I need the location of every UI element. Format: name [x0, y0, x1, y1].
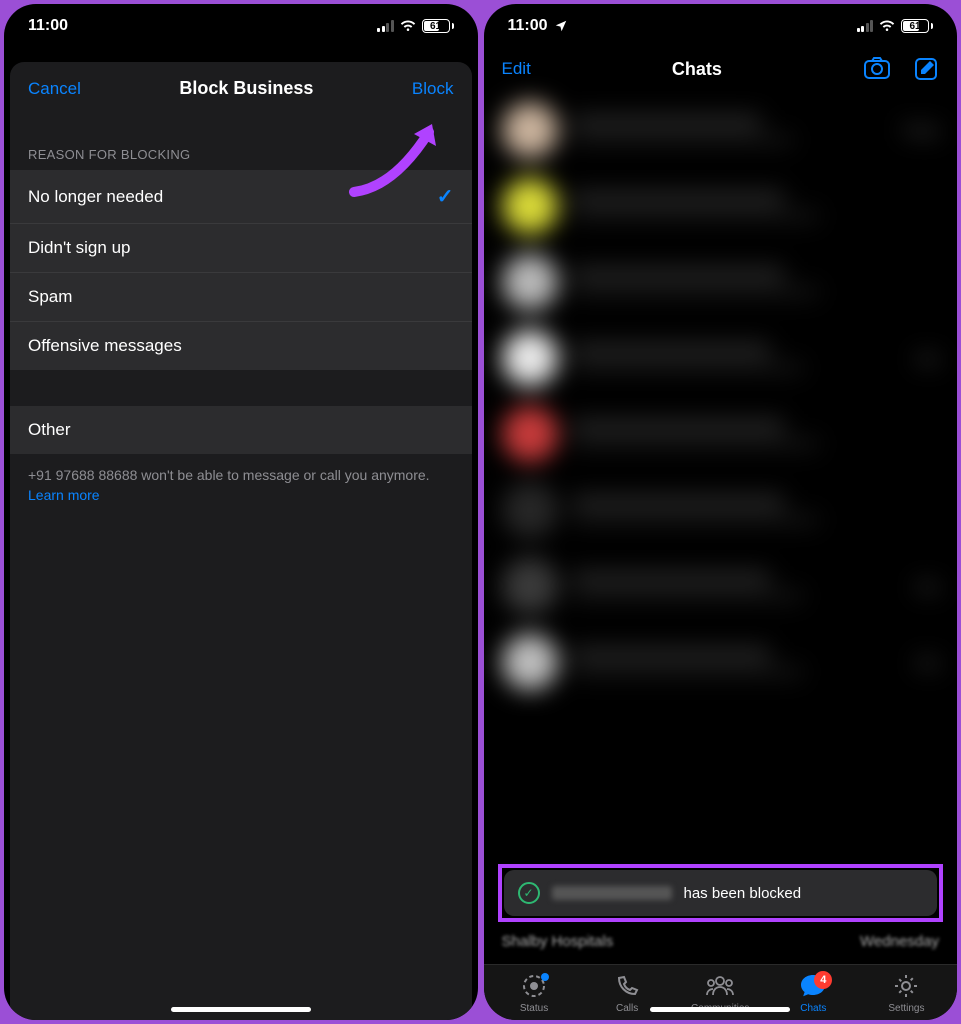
chat-row[interactable]: day [492, 624, 950, 700]
reason-spam[interactable]: Spam [10, 273, 472, 322]
signal-icon [377, 20, 394, 32]
sheet-title: Block Business [179, 78, 313, 99]
location-icon [554, 19, 568, 33]
tab-label: Settings [888, 1003, 924, 1014]
nav-title: Chats [672, 59, 722, 80]
peek-row: Shalby HospitalsWednesday [502, 933, 940, 950]
reason-offensive[interactable]: Offensive messages [10, 322, 472, 370]
chat-time: day [916, 578, 939, 594]
chat-row[interactable] [492, 244, 950, 320]
chat-time: day [916, 350, 939, 366]
chat-time: Today [902, 122, 939, 138]
signal-icon [857, 20, 874, 32]
block-button[interactable]: Block [412, 79, 454, 99]
tab-label: Calls [616, 1003, 638, 1014]
camera-icon[interactable] [863, 56, 891, 80]
footer-text: +91 97688 88688 won't be able to message… [10, 454, 472, 517]
edit-button[interactable]: Edit [502, 59, 531, 79]
chats-badge: 4 [814, 971, 832, 989]
phone-left-block-business: 11:00 61 Cancel Block Business Block REA… [4, 4, 478, 1020]
avatar [502, 102, 558, 158]
chat-list[interactable]: Today day day day [484, 92, 958, 964]
reason-list: No longer needed ✓ Didn't sign up Spam O… [10, 170, 472, 370]
chat-time: day [916, 654, 939, 670]
toast-text: has been blocked [684, 885, 802, 902]
chat-row[interactable]: day [492, 320, 950, 396]
tab-label: Status [520, 1003, 548, 1014]
redacted-name [552, 886, 672, 900]
status-bar: 11:00 61 [484, 4, 958, 48]
reason-no-longer-needed[interactable]: No longer needed ✓ [10, 170, 472, 224]
avatar [502, 178, 558, 234]
home-indicator [650, 1007, 790, 1012]
wifi-icon [878, 19, 896, 33]
status-bar: 11:00 61 [4, 4, 478, 48]
wifi-icon [399, 19, 417, 33]
home-indicator [171, 1007, 311, 1012]
status-dot-icon [541, 973, 549, 981]
status-time: 11:00 [508, 17, 548, 35]
battery-icon: 61 [422, 19, 454, 33]
battery-icon: 61 [901, 19, 933, 33]
tab-settings[interactable]: Settings [871, 973, 941, 1014]
blocked-toast: ✓ has been blocked [504, 870, 938, 916]
avatar [502, 254, 558, 310]
chat-row[interactable]: day [492, 548, 950, 624]
avatar [502, 330, 558, 386]
reason-label: Other [28, 420, 71, 440]
reason-didnt-sign-up[interactable]: Didn't sign up [10, 224, 472, 273]
toast-highlight: ✓ has been blocked [498, 864, 944, 922]
chat-row[interactable] [492, 168, 950, 244]
reason-label: Didn't sign up [28, 238, 130, 258]
chat-row[interactable] [492, 472, 950, 548]
reason-label: No longer needed [28, 187, 163, 207]
nav-bar: Edit Chats [484, 48, 958, 92]
learn-more-link[interactable]: Learn more [28, 487, 100, 503]
avatar [502, 634, 558, 690]
check-circle-icon: ✓ [518, 882, 540, 904]
avatar [502, 406, 558, 462]
reason-other[interactable]: Other [10, 406, 472, 454]
chat-row[interactable] [492, 396, 950, 472]
tab-label: Chats [800, 1003, 826, 1014]
avatar [502, 558, 558, 614]
phone-right-chats: 11:00 61 Edit Chats Today day day day ✓ has… [484, 4, 958, 1020]
reason-label: Spam [28, 287, 72, 307]
block-sheet: Cancel Block Business Block REASON FOR B… [10, 62, 472, 1020]
status-time: 11:00 [28, 17, 68, 35]
checkmark-icon: ✓ [437, 184, 454, 209]
compose-icon[interactable] [913, 56, 939, 82]
tab-status[interactable]: Status [499, 973, 569, 1014]
cancel-button[interactable]: Cancel [28, 79, 81, 99]
reason-label: Offensive messages [28, 336, 182, 356]
chat-row[interactable]: Today [492, 92, 950, 168]
avatar [502, 482, 558, 538]
section-header: REASON FOR BLOCKING [10, 115, 472, 170]
